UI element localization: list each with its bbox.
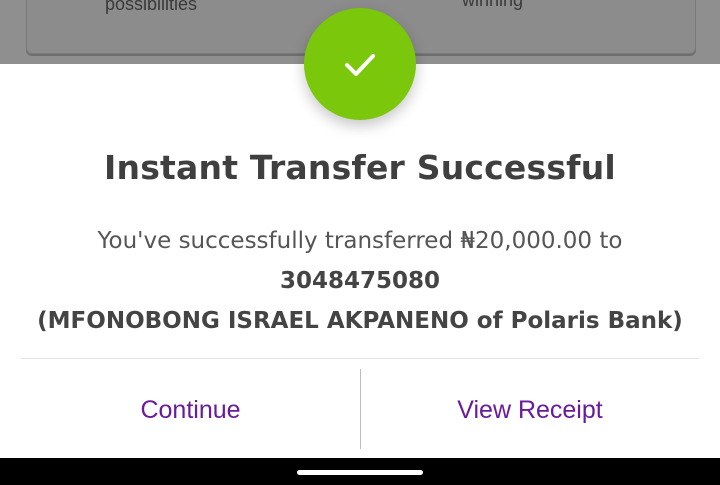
actions-divider — [21, 358, 699, 359]
background-right-text: winning — [462, 0, 524, 10]
background-left-text: possibilities — [105, 0, 198, 14]
message-to: to — [592, 228, 623, 254]
transfer-amount: ₦20,000.00 — [460, 228, 593, 254]
system-navigation-bar — [0, 458, 720, 485]
home-indicator[interactable] — [297, 470, 423, 475]
dialog-title: Instant Transfer Successful — [104, 148, 616, 187]
recipient-name: (MFONOBONG ISRAEL AKPANENO of Polaris Ba… — [37, 308, 683, 334]
dialog-message: You've successfully transferred ₦20,000.… — [30, 221, 690, 341]
account-number: 3048475080 — [279, 268, 441, 294]
success-badge — [304, 8, 416, 120]
message-prefix: You've successfully transferred — [97, 228, 461, 254]
continue-button[interactable]: Continue — [21, 380, 360, 440]
view-receipt-button[interactable]: View Receipt — [361, 380, 699, 440]
checkmark-icon — [345, 54, 375, 76]
